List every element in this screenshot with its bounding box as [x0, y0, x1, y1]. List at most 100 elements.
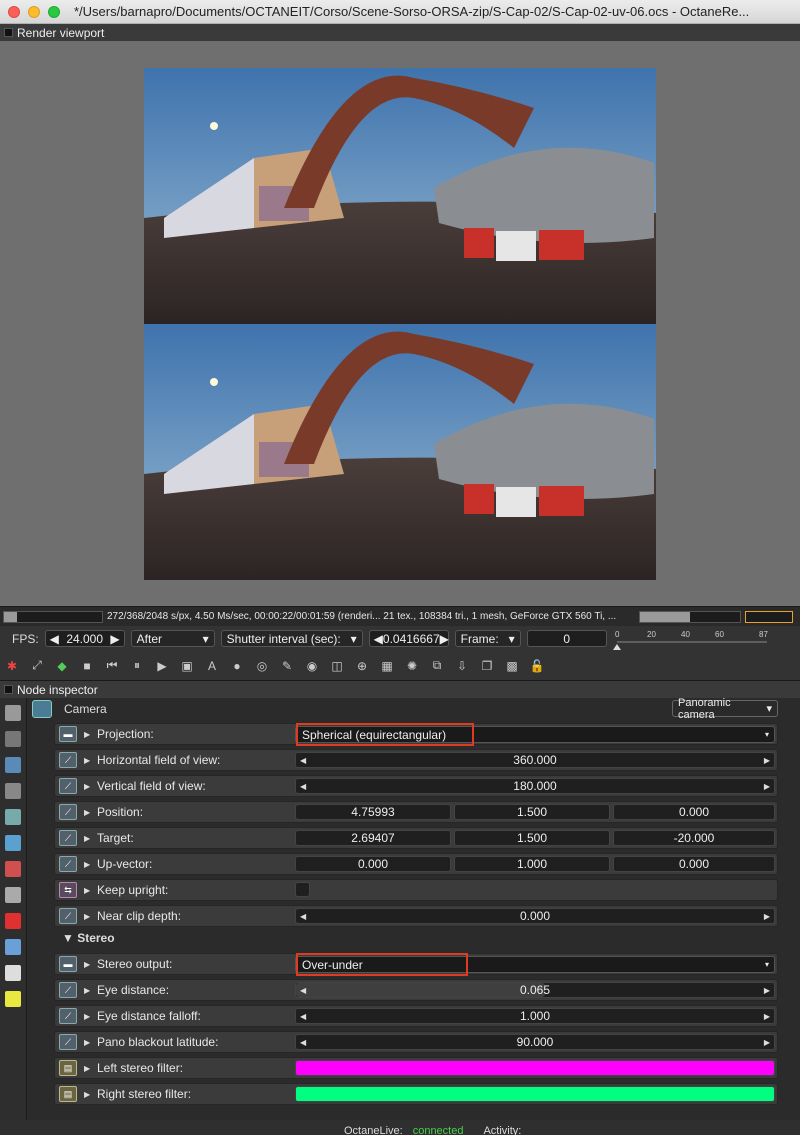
minimize-window-button[interactable]	[28, 5, 40, 18]
timeline-slider[interactable]: 0 20 40 60 87	[612, 628, 773, 650]
after-dropdown[interactable]: After ▾	[130, 630, 215, 647]
keep-upright-checkbox[interactable]	[295, 882, 310, 897]
color-cube-icon[interactable]: ◆	[54, 658, 70, 674]
light-icon[interactable]	[5, 991, 21, 1007]
region-render-icon[interactable]: ▦	[379, 658, 395, 674]
position-y-field[interactable]: 1.500	[454, 804, 610, 820]
fullscreen-icon[interactable]: ⤢	[29, 658, 45, 674]
up-vector-x-field[interactable]: 0.000	[295, 856, 451, 872]
pano-blackout-slider[interactable]: ◀ 90.000 ▶	[295, 1034, 775, 1050]
render-viewport[interactable]	[0, 41, 800, 606]
checker-icon[interactable]: ▩	[504, 658, 520, 674]
copy-icon[interactable]: ⧉	[429, 658, 445, 674]
layers-icon[interactable]	[5, 939, 21, 955]
enum-icon: ▬	[59, 956, 77, 972]
material-icon[interactable]	[5, 861, 21, 877]
keep-upright-label: Keep upright:	[97, 883, 169, 897]
render-target-icon[interactable]	[5, 913, 21, 929]
target-x-field[interactable]: 2.69407	[295, 830, 451, 846]
fps-spinner[interactable]: ◀ 24.000 ▶	[44, 630, 125, 647]
af-icon[interactable]: A	[204, 658, 220, 674]
frame-value-field[interactable]: 0	[526, 630, 607, 647]
object-picker-icon[interactable]: ◎	[254, 658, 270, 674]
expand-arrow-icon[interactable]: ▶	[84, 834, 90, 843]
expand-arrow-icon[interactable]: ▶	[84, 912, 90, 921]
zoom-window-button[interactable]	[48, 5, 60, 18]
expand-arrow-icon[interactable]: ▶	[84, 1038, 90, 1047]
geometry-icon[interactable]	[5, 887, 21, 903]
target-y-field[interactable]: 1.500	[454, 830, 610, 846]
render-progress-bar	[3, 610, 103, 623]
stop-icon[interactable]: ■	[79, 658, 95, 674]
play-icon[interactable]: ▶	[154, 658, 170, 674]
clay-mode-icon[interactable]: ✺	[404, 658, 420, 674]
expand-arrow-icon[interactable]: ▶	[84, 730, 90, 739]
render-image[interactable]	[144, 68, 656, 580]
render-stats: 272/368/2048 s/px, 4.50 Ms/sec, 00:00:22…	[107, 611, 617, 622]
near-clip-slider[interactable]: ◀ 0.000 ▶	[295, 908, 775, 924]
camera-picker-icon[interactable]: ◉	[304, 658, 320, 674]
near-clip-row: ⟋ ▶ Near clip depth: ◀ 0.000 ▶	[54, 905, 778, 927]
expand-arrow-icon[interactable]: ▶	[84, 960, 90, 969]
panel-square-icon	[4, 685, 13, 694]
environment-icon[interactable]	[5, 835, 21, 851]
right-filter-swatch[interactable]	[295, 1086, 775, 1102]
vfov-slider[interactable]: ◀ 180.000 ▶	[295, 778, 775, 794]
hfov-label: Horizontal field of view:	[97, 753, 221, 767]
animation-controls: FPS: ◀ 24.000 ▶ After ▾ Shutter interval (s…	[0, 626, 800, 651]
expand-arrow-icon[interactable]: ▶	[84, 1090, 90, 1099]
expand-arrow-icon[interactable]: ▶	[84, 986, 90, 995]
left-filter-row: ▤ ▶ Left stereo filter:	[54, 1057, 778, 1079]
enum-icon: ▬	[59, 726, 77, 742]
position-z-field[interactable]: 0.000	[613, 804, 775, 820]
display-icon[interactable]	[5, 809, 21, 825]
fps-label: FPS:	[12, 631, 39, 646]
camera-type-dropdown[interactable]: Panoramic camera ▾	[672, 697, 778, 721]
pano-blackout-row: ⟋ ▶ Pano blackout latitude: ◀ 90.000 ▶	[54, 1031, 778, 1053]
expand-arrow-icon[interactable]: ▶	[84, 808, 90, 817]
left-filter-swatch[interactable]	[295, 1060, 775, 1076]
close-window-button[interactable]	[8, 5, 20, 18]
realtime-icon[interactable]: ▣	[179, 658, 195, 674]
reset-render-icon[interactable]: ✱	[4, 658, 20, 674]
eye-distance-slider[interactable]: ◀ 0.065 ▶	[295, 982, 775, 998]
right-filter-label: Right stereo filter:	[97, 1087, 192, 1101]
eye-falloff-slider[interactable]: ◀ 1.000 ▶	[295, 1008, 775, 1024]
expand-arrow-icon[interactable]: ▶	[84, 1012, 90, 1021]
hfov-slider[interactable]: ◀ 360.000 ▶	[295, 752, 775, 768]
expand-arrow-icon[interactable]: ▶	[84, 860, 90, 869]
stereo-section-header[interactable]: ▼ Stereo	[62, 931, 115, 945]
list-icon[interactable]	[5, 731, 21, 747]
shutter-value-spinner[interactable]: ◀ 0.0416667 ▶	[368, 630, 449, 647]
nodes-icon[interactable]	[5, 705, 21, 721]
target-z-field[interactable]: -20.000	[613, 830, 775, 846]
material-picker-icon[interactable]: ●	[229, 658, 245, 674]
expand-arrow-icon[interactable]: ▶	[84, 782, 90, 791]
image-icon[interactable]	[5, 757, 21, 773]
expand-arrow-icon[interactable]: ▶	[84, 756, 90, 765]
lock-icon[interactable]: 🔓	[529, 658, 545, 674]
float-icon: ⟋	[59, 856, 77, 872]
expand-arrow-icon[interactable]: ▶	[84, 886, 90, 895]
region-icon[interactable]: ◫	[329, 658, 345, 674]
keep-upright-row: ⇆ ▶ Keep upright:	[54, 879, 778, 901]
pause-icon[interactable]: ⏸	[129, 658, 145, 674]
up-vector-z-field[interactable]: 0.000	[613, 856, 775, 872]
up-vector-y-field[interactable]: 1.000	[454, 856, 610, 872]
camera-icon[interactable]	[5, 783, 21, 799]
focus-picker-icon[interactable]: ✎	[279, 658, 295, 674]
camera-label: Camera	[64, 702, 107, 716]
expand-arrow-icon[interactable]: ▶	[84, 1064, 90, 1073]
eye-falloff-label: Eye distance falloff:	[97, 1009, 201, 1023]
tick-87: 87	[759, 630, 768, 639]
color-node-icon: ▤	[59, 1060, 77, 1076]
restart-icon[interactable]: ⏮	[104, 658, 120, 674]
save-icon[interactable]: ⇩	[454, 658, 470, 674]
position-x-field[interactable]: 4.75993	[295, 804, 451, 820]
projection-label: Projection:	[97, 727, 154, 741]
export-icon[interactable]: ❐	[479, 658, 495, 674]
zoom-icon[interactable]: ⊕	[354, 658, 370, 674]
shutter-interval-dropdown[interactable]: Shutter interval (sec): ▾	[220, 630, 363, 647]
picture-icon[interactable]	[5, 965, 21, 981]
frame-dropdown[interactable]: Frame: ▾	[454, 630, 521, 647]
